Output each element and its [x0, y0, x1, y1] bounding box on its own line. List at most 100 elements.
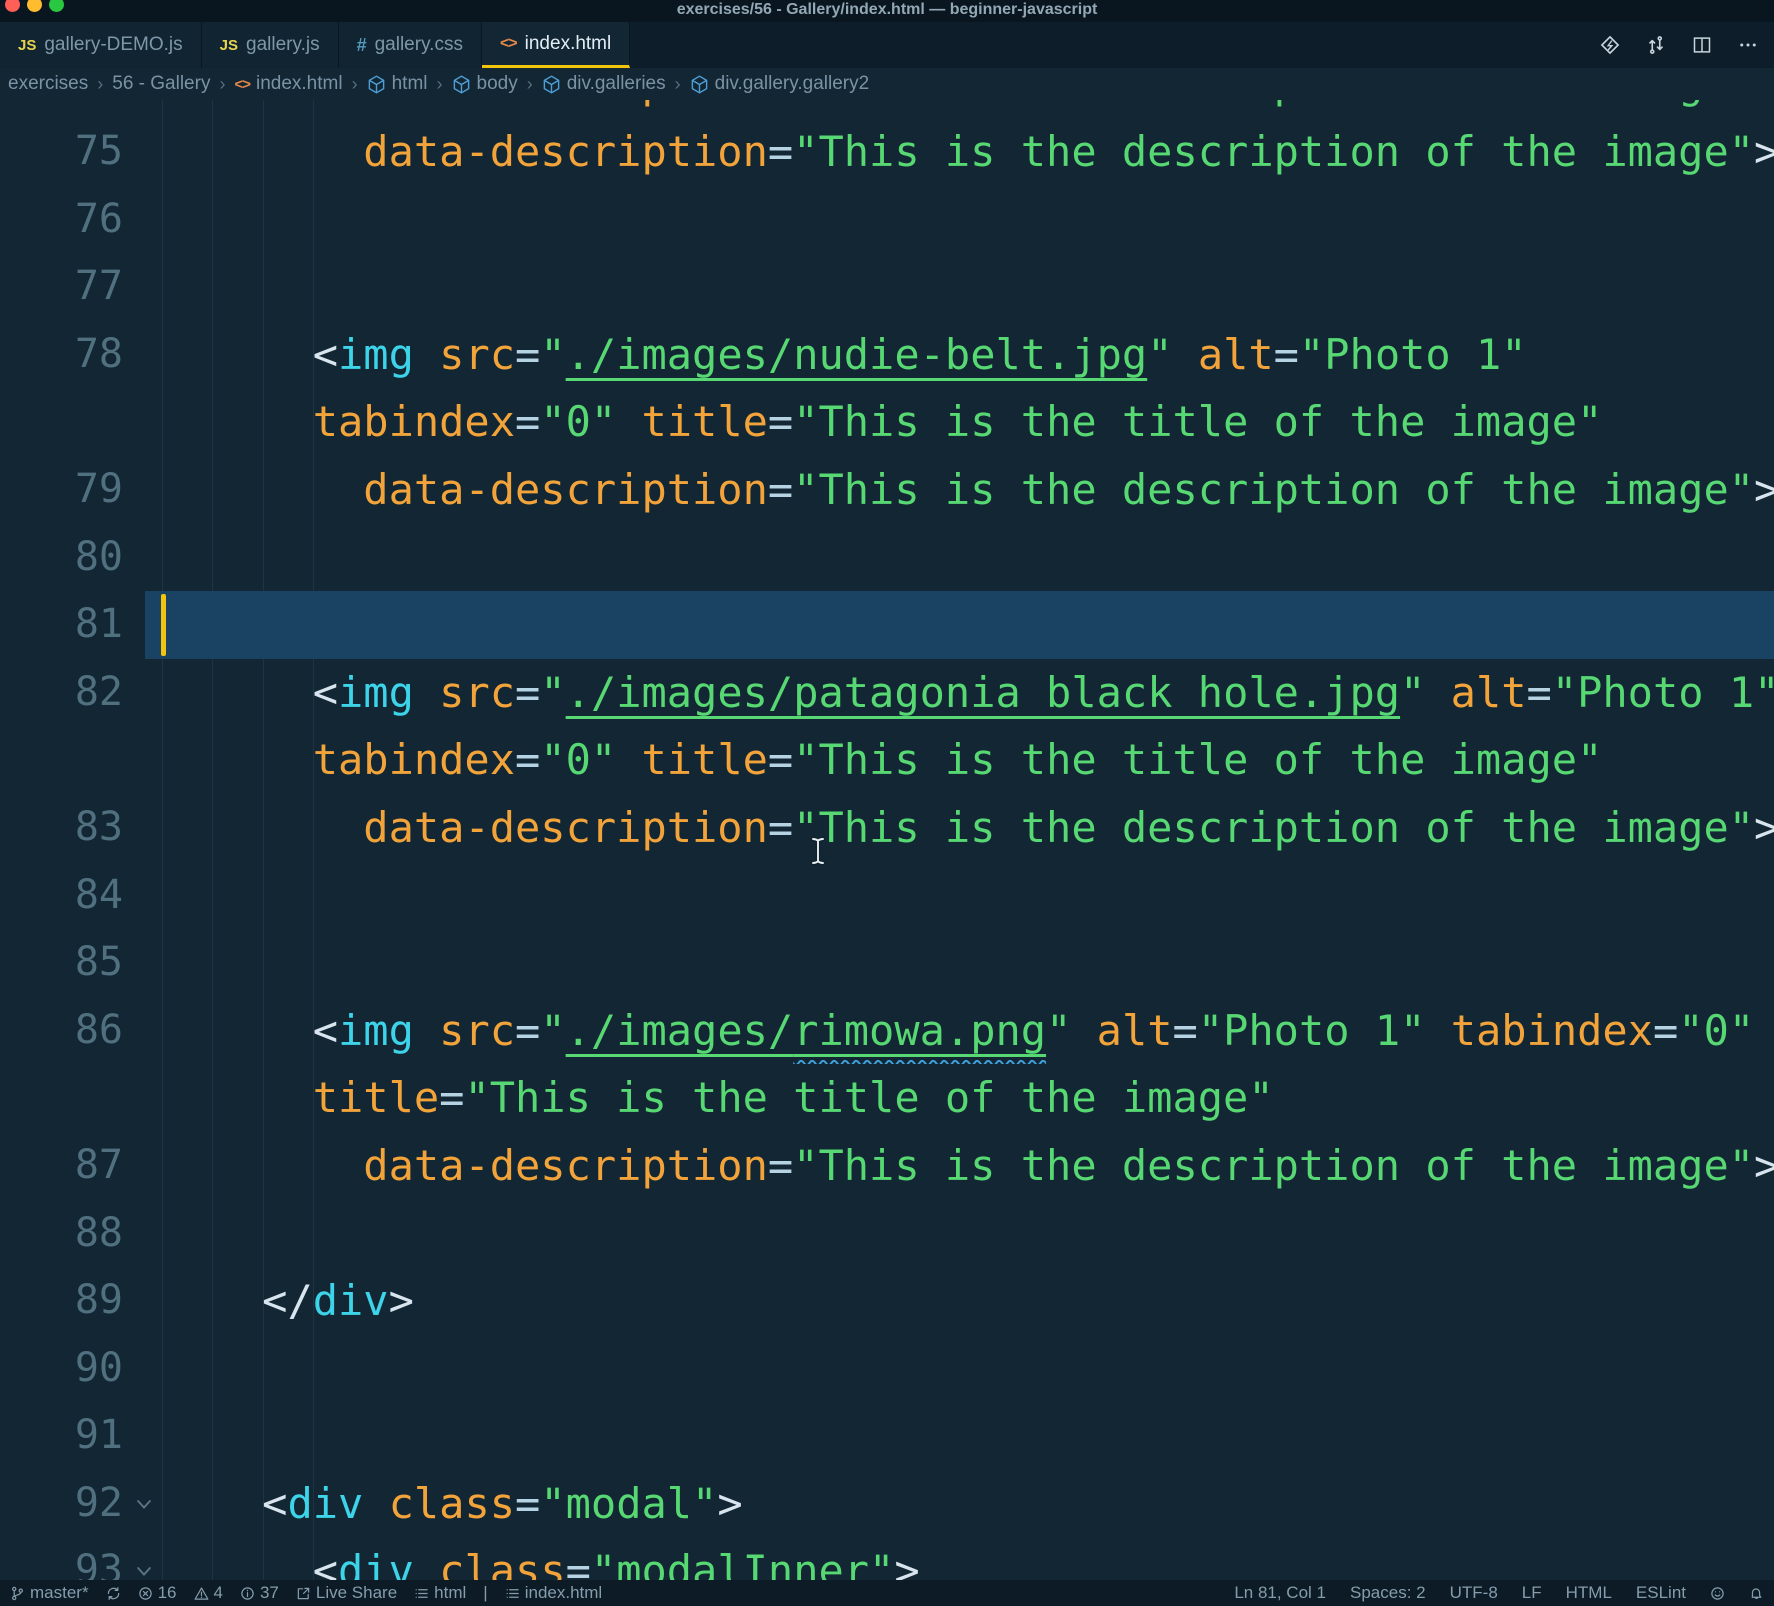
token-str: "	[540, 1006, 565, 1055]
breadcrumb-label: 56 - Gallery	[112, 73, 210, 95]
symbol-cube-icon	[690, 75, 709, 94]
token-op: =	[1274, 330, 1299, 379]
code-line-text[interactable]	[145, 524, 1774, 592]
line-number: 90	[0, 1335, 145, 1403]
more-actions-icon[interactable]	[1738, 35, 1758, 55]
code-line-text[interactable]: <img src="./images/nudie-belt.jpg" alt="…	[145, 321, 1774, 389]
token-attr: data-description	[363, 803, 768, 852]
token-punct: >	[1754, 465, 1774, 514]
code-line-text[interactable]	[145, 1335, 1774, 1403]
status-html[interactable]: HTML	[1566, 1583, 1612, 1603]
editor-actions	[1600, 22, 1774, 68]
code-line-text[interactable]: title="This is the title of the image"	[145, 1064, 1774, 1132]
token-punct: <	[313, 1006, 338, 1055]
code-line-text[interactable]: data-description="This is the descriptio…	[145, 118, 1774, 186]
code-line-text[interactable]: data-description="This is the descriptio…	[145, 100, 1774, 118]
breadcrumb-item-56 - Gallery[interactable]: 56 - Gallery	[112, 73, 210, 95]
token-punct: >	[389, 1276, 414, 1325]
token-attr: data-description	[363, 127, 768, 176]
status-ln-81-col-1[interactable]: Ln 81, Col 1	[1234, 1583, 1326, 1603]
status-spaces-2[interactable]: Spaces: 2	[1350, 1583, 1426, 1603]
status-html[interactable]: html	[414, 1583, 466, 1603]
breadcrumb-item-div.galleries[interactable]: div.galleries	[542, 73, 666, 95]
status-lf[interactable]: LF	[1522, 1583, 1542, 1603]
status-sync-icon[interactable]	[106, 1586, 121, 1601]
html-file-icon: <>	[234, 76, 250, 93]
token-attr: data-description	[363, 100, 768, 108]
tab-gallery.js[interactable]: JSgallery.js	[202, 22, 339, 68]
token-attr: alt	[1451, 668, 1527, 717]
status-16[interactable]: 16	[138, 1583, 177, 1603]
status-eslint[interactable]: ESLint	[1636, 1583, 1686, 1603]
code-line-text[interactable]: <img src="./images/patagonia black hole.…	[145, 659, 1774, 727]
breadcrumb-label: div.gallery.gallery2	[715, 73, 870, 95]
code-line-text[interactable]: <img src="./images/rimowa.png" alt="Phot…	[145, 997, 1774, 1065]
token-attr: class	[389, 1479, 515, 1528]
compare-changes-icon[interactable]	[1646, 35, 1666, 55]
breadcrumb-item-div.gallery.gallery2[interactable]: div.gallery.gallery2	[690, 73, 870, 95]
file-link[interactable]: ./images/patagonia black hole.jpg	[566, 668, 1400, 717]
breadcrumb-item-index.html[interactable]: <>index.html	[234, 73, 342, 95]
code-line-text[interactable]: </div>	[145, 1267, 1774, 1335]
status-label: index.html	[525, 1583, 602, 1603]
tab-gallery.css[interactable]: #gallery.css	[339, 22, 482, 68]
line-number: 80	[0, 524, 145, 592]
code-line-text[interactable]	[145, 1402, 1774, 1470]
token-tag: div	[287, 1479, 363, 1528]
code-line-text[interactable]	[145, 253, 1774, 321]
status-37[interactable]: 37	[240, 1583, 279, 1603]
titlebar: exercises/56 - Gallery/index.html — begi…	[0, 0, 1774, 22]
token-str: "This is the title of the image"	[464, 1073, 1273, 1122]
breadcrumb-separator: ›	[437, 74, 443, 95]
token-punct: >	[717, 1479, 742, 1528]
status-left: master*16437Live Sharehtml|index.html	[0, 1583, 602, 1603]
breadcrumb-item-html[interactable]: html	[367, 73, 428, 95]
code-line-text[interactable]: data-description="This is the descriptio…	[145, 1132, 1774, 1200]
vscode-window: exercises/56 - Gallery/index.html — begi…	[0, 0, 1774, 1606]
status-bar: master*16437Live Sharehtml|index.html Ln…	[0, 1580, 1774, 1606]
line-number: 77	[0, 253, 145, 321]
status-right: Ln 81, Col 1 Spaces: 2 UTF-8 LF HTML ESLint	[1234, 1583, 1774, 1603]
code-line-text[interactable]: tabindex="0" title="This is the title of…	[145, 388, 1774, 456]
editor[interactable]: data-description = "This is the descriptio…	[0, 100, 1774, 1606]
breadcrumb-separator: ›	[219, 74, 225, 95]
tab-bar: JSgallery-DEMO.jsJSgallery.js#gallery.cs…	[0, 22, 1774, 68]
status-label: Spaces: 2	[1350, 1583, 1426, 1603]
token-str: "This is the description of the image"	[793, 100, 1754, 108]
tab-index.html[interactable]: <>index.html	[482, 22, 630, 68]
code-line-text[interactable]: data-description="This is the descriptio…	[145, 456, 1774, 524]
status-master-[interactable]: master*	[10, 1583, 89, 1603]
code-line-text[interactable]: tabindex="0" title="This is the title of…	[145, 726, 1774, 794]
format-prettier-icon[interactable]	[1600, 35, 1620, 55]
code-row: 90	[0, 1335, 1774, 1403]
line-number: 85	[0, 929, 145, 997]
status-live-share[interactable]: Live Share	[296, 1583, 397, 1603]
token-str: "	[1046, 1006, 1071, 1055]
breadcrumb-separator: ›	[527, 74, 533, 95]
status-index-html[interactable]: index.html	[505, 1583, 602, 1603]
token-str: "Photo 1"	[1299, 330, 1527, 379]
status-smiley-icon[interactable]	[1710, 1586, 1725, 1601]
code-line-text[interactable]	[145, 1200, 1774, 1268]
line-number: 92	[0, 1470, 145, 1538]
file-link[interactable]: ./images/	[566, 1006, 794, 1055]
code-line-text[interactable]: <div class="modal">	[145, 1470, 1774, 1538]
code-line-text[interactable]	[145, 862, 1774, 930]
split-editor-icon[interactable]	[1692, 35, 1712, 55]
code-line-text[interactable]	[145, 186, 1774, 254]
tab-gallery-DEMO.js[interactable]: JSgallery-DEMO.js	[0, 22, 202, 68]
breadcrumb-item-exercises[interactable]: exercises	[8, 73, 88, 95]
status-utf-8[interactable]: UTF-8	[1450, 1583, 1498, 1603]
breadcrumb-item-body[interactable]: body	[452, 73, 518, 95]
token-attr: data-description	[363, 465, 768, 514]
code-line-text[interactable]: data-description="This is the descriptio…	[145, 794, 1774, 862]
status-4[interactable]: 4	[194, 1583, 223, 1603]
bell-icon	[1749, 1586, 1764, 1601]
status-bell-icon[interactable]	[1749, 1586, 1764, 1601]
code-line-text[interactable]	[145, 591, 1774, 659]
code-line-text[interactable]	[145, 929, 1774, 997]
file-link-warning[interactable]: rimowa.png	[793, 1006, 1046, 1055]
symbol-cube-icon	[452, 75, 471, 94]
line-number: 88	[0, 1200, 145, 1268]
file-link[interactable]: ./images/nudie-belt.jpg	[566, 330, 1148, 379]
